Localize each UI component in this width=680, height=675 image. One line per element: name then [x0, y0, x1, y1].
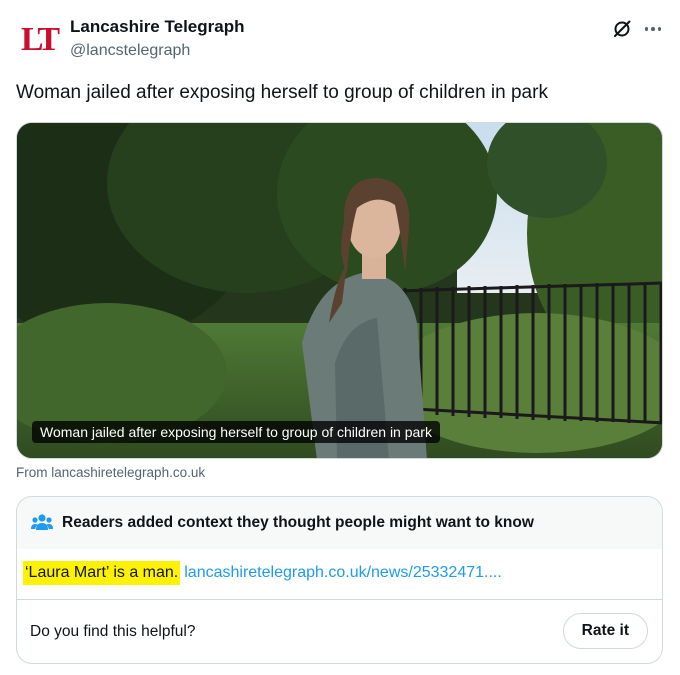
display-name[interactable]: Lancashire Telegraph — [70, 17, 244, 37]
community-note-body: ‘Laura Mart’ is a man. lancashiretelegrap… — [17, 549, 662, 599]
more-icon[interactable] — [642, 18, 664, 40]
community-note: Readers added context they thought peopl… — [16, 496, 663, 664]
grok-icon[interactable] — [611, 18, 633, 40]
rate-it-button[interactable]: Rate it — [562, 613, 648, 649]
community-note-text: ‘Laura Mart’ is a man. lancashiretelegrap… — [23, 561, 502, 585]
tweet-text: Woman jailed after exposing herself to g… — [16, 82, 548, 103]
community-note-title: Readers added context they thought peopl… — [62, 514, 534, 531]
helpful-prompt: Do you find this helpful? — [30, 623, 196, 640]
people-icon — [31, 513, 53, 533]
highlighted-note-text: ‘Laura Mart’ is a man. — [23, 561, 181, 585]
account-handle[interactable]: @lancstelegraph — [70, 42, 190, 60]
divider — [17, 599, 662, 600]
link-card-image[interactable] — [16, 122, 663, 459]
community-note-header: Readers added context they thought peopl… — [17, 497, 662, 549]
avatar-logo: LT — [20, 21, 60, 58]
link-source[interactable]: From lancashiretelegraph.co.uk — [16, 465, 205, 480]
avatar[interactable]: LT — [14, 20, 64, 60]
tweet-header: LT Lancashire Telegraph @lancstelegraph — [0, 0, 680, 72]
source-link[interactable]: lancashiretelegraph.co.uk/news/25332471.… — [184, 564, 502, 581]
media-caption: Woman jailed after exposing herself to g… — [32, 421, 440, 443]
